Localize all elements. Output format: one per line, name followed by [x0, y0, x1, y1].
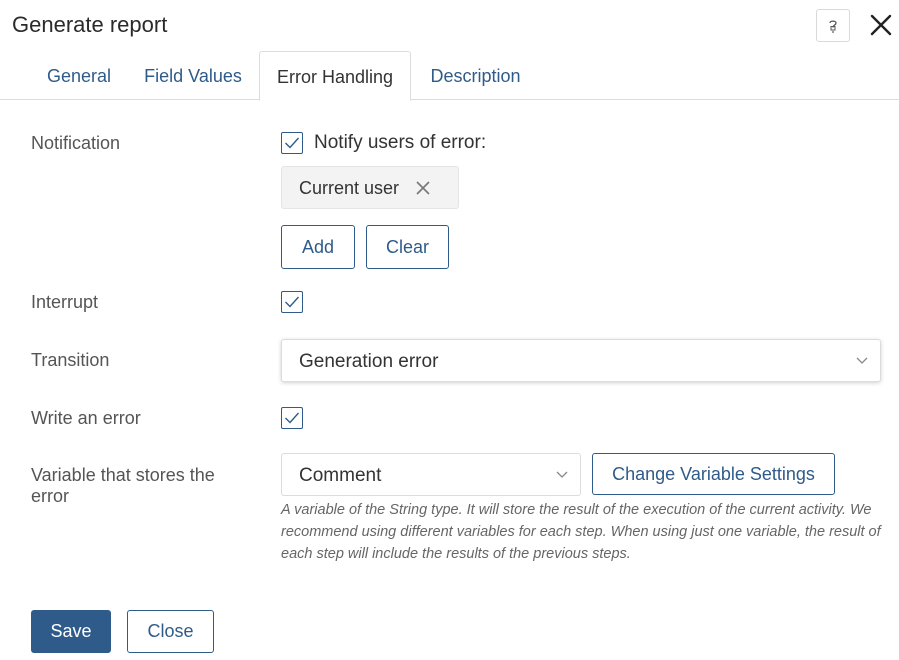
remove-chip-icon[interactable]: [415, 180, 431, 196]
dialog-title: Generate report: [12, 12, 168, 37]
write-error-label: Write an error: [31, 408, 141, 428]
variable-hint: A variable of the String type. It will s…: [281, 502, 881, 562]
checkmark-icon: [285, 296, 300, 308]
tab-error-handling[interactable]: Error Handling: [259, 51, 411, 101]
variable-select[interactable]: Comment: [281, 453, 581, 496]
interrupt-checkbox[interactable]: [281, 291, 303, 313]
checkmark-icon: [285, 137, 300, 149]
chevron-down-icon: [556, 471, 568, 478]
tab-description[interactable]: Description: [418, 51, 533, 100]
help-icon: [829, 19, 837, 33]
variable-label-line1: Variable that stores the: [31, 465, 215, 485]
help-button[interactable]: [816, 9, 850, 42]
clear-users-button[interactable]: Clear: [366, 225, 449, 269]
user-chip-label: Current user: [299, 178, 400, 198]
variable-label: Variable that stores the error: [31, 465, 215, 507]
close-button[interactable]: Close: [127, 610, 214, 653]
transition-value: Generation error: [299, 351, 439, 372]
notify-users-label: Notify users of error:: [314, 132, 487, 153]
transition-label: Transition: [31, 350, 110, 370]
close-icon: [870, 14, 892, 36]
variable-label-line2: error: [31, 486, 70, 506]
add-user-button[interactable]: Add: [281, 225, 355, 269]
save-button[interactable]: Save: [31, 610, 111, 653]
variable-value: Comment: [299, 465, 382, 486]
user-chip: Current user: [281, 166, 459, 209]
checkmark-icon: [285, 412, 300, 424]
interrupt-label: Interrupt: [31, 292, 99, 312]
change-variable-settings-button[interactable]: Change Variable Settings: [592, 453, 835, 495]
tab-bar: General Field Values Error Handling Desc…: [0, 51, 899, 101]
write-error-checkbox[interactable]: [281, 407, 303, 429]
tab-general[interactable]: General: [34, 51, 124, 100]
notify-users-checkbox[interactable]: [281, 132, 303, 154]
close-dialog-button[interactable]: [866, 10, 896, 40]
tab-field-values[interactable]: Field Values: [132, 51, 254, 100]
notification-label: Notification: [31, 133, 121, 153]
transition-select[interactable]: Generation error: [281, 339, 881, 382]
chevron-down-icon: [856, 357, 868, 364]
